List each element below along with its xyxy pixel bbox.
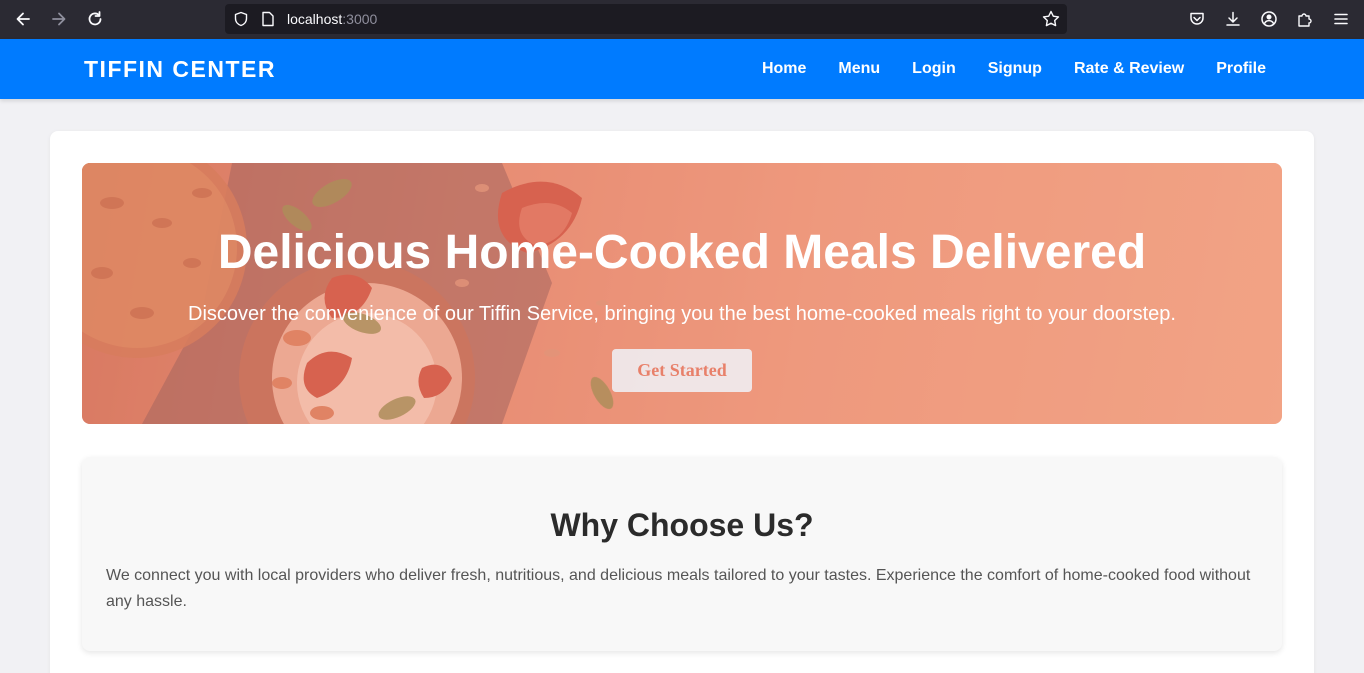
nav-link-profile[interactable]: Profile	[1216, 60, 1266, 78]
site-navbar: TIFFIN CENTER Home Menu Login Signup Rat…	[0, 39, 1364, 99]
nav-link-home[interactable]: Home	[762, 60, 806, 78]
url-port: :3000	[342, 11, 378, 27]
nav-link-rate-review[interactable]: Rate & Review	[1074, 60, 1184, 78]
hero-title: Delicious Home-Cooked Meals Delivered	[217, 226, 1147, 279]
hero-banner: Delicious Home-Cooked Meals Delivered Di…	[82, 163, 1282, 424]
why-choose-us-title: Why Choose Us?	[550, 507, 814, 543]
back-icon[interactable]	[12, 8, 34, 30]
address-bar[interactable]: localhost:3000	[225, 4, 1067, 34]
download-icon[interactable]	[1222, 8, 1244, 30]
menu-icon[interactable]	[1330, 8, 1352, 30]
why-choose-us-section: Why Choose Us? We connect you with local…	[82, 457, 1282, 651]
reload-icon[interactable]	[84, 8, 106, 30]
get-started-button[interactable]: Get Started	[612, 349, 752, 392]
url-host: localhost	[287, 11, 343, 27]
hero-subtitle: Discover the convenience of our Tiffin S…	[188, 303, 1176, 325]
forward-icon[interactable]	[48, 8, 70, 30]
nav-link-login[interactable]: Login	[912, 60, 956, 78]
page-icon	[261, 11, 275, 32]
nav-link-menu[interactable]: Menu	[838, 60, 880, 78]
bookmark-star-icon[interactable]	[1041, 9, 1061, 34]
account-icon[interactable]	[1258, 8, 1280, 30]
main-content-card: Delicious Home-Cooked Meals Delivered Di…	[50, 131, 1314, 673]
nav-links: Home Menu Login Signup Rate & Review Pro…	[762, 60, 1266, 78]
pocket-icon[interactable]	[1186, 8, 1208, 30]
extensions-icon[interactable]	[1294, 8, 1316, 30]
nav-link-signup[interactable]: Signup	[988, 60, 1042, 78]
url-text: localhost:3000	[287, 11, 377, 27]
site-brand[interactable]: TIFFIN CENTER	[84, 56, 276, 83]
why-choose-us-text: We connect you with local providers who …	[106, 567, 1251, 610]
browser-toolbar: localhost:3000	[0, 0, 1364, 39]
shield-icon[interactable]	[233, 11, 249, 32]
